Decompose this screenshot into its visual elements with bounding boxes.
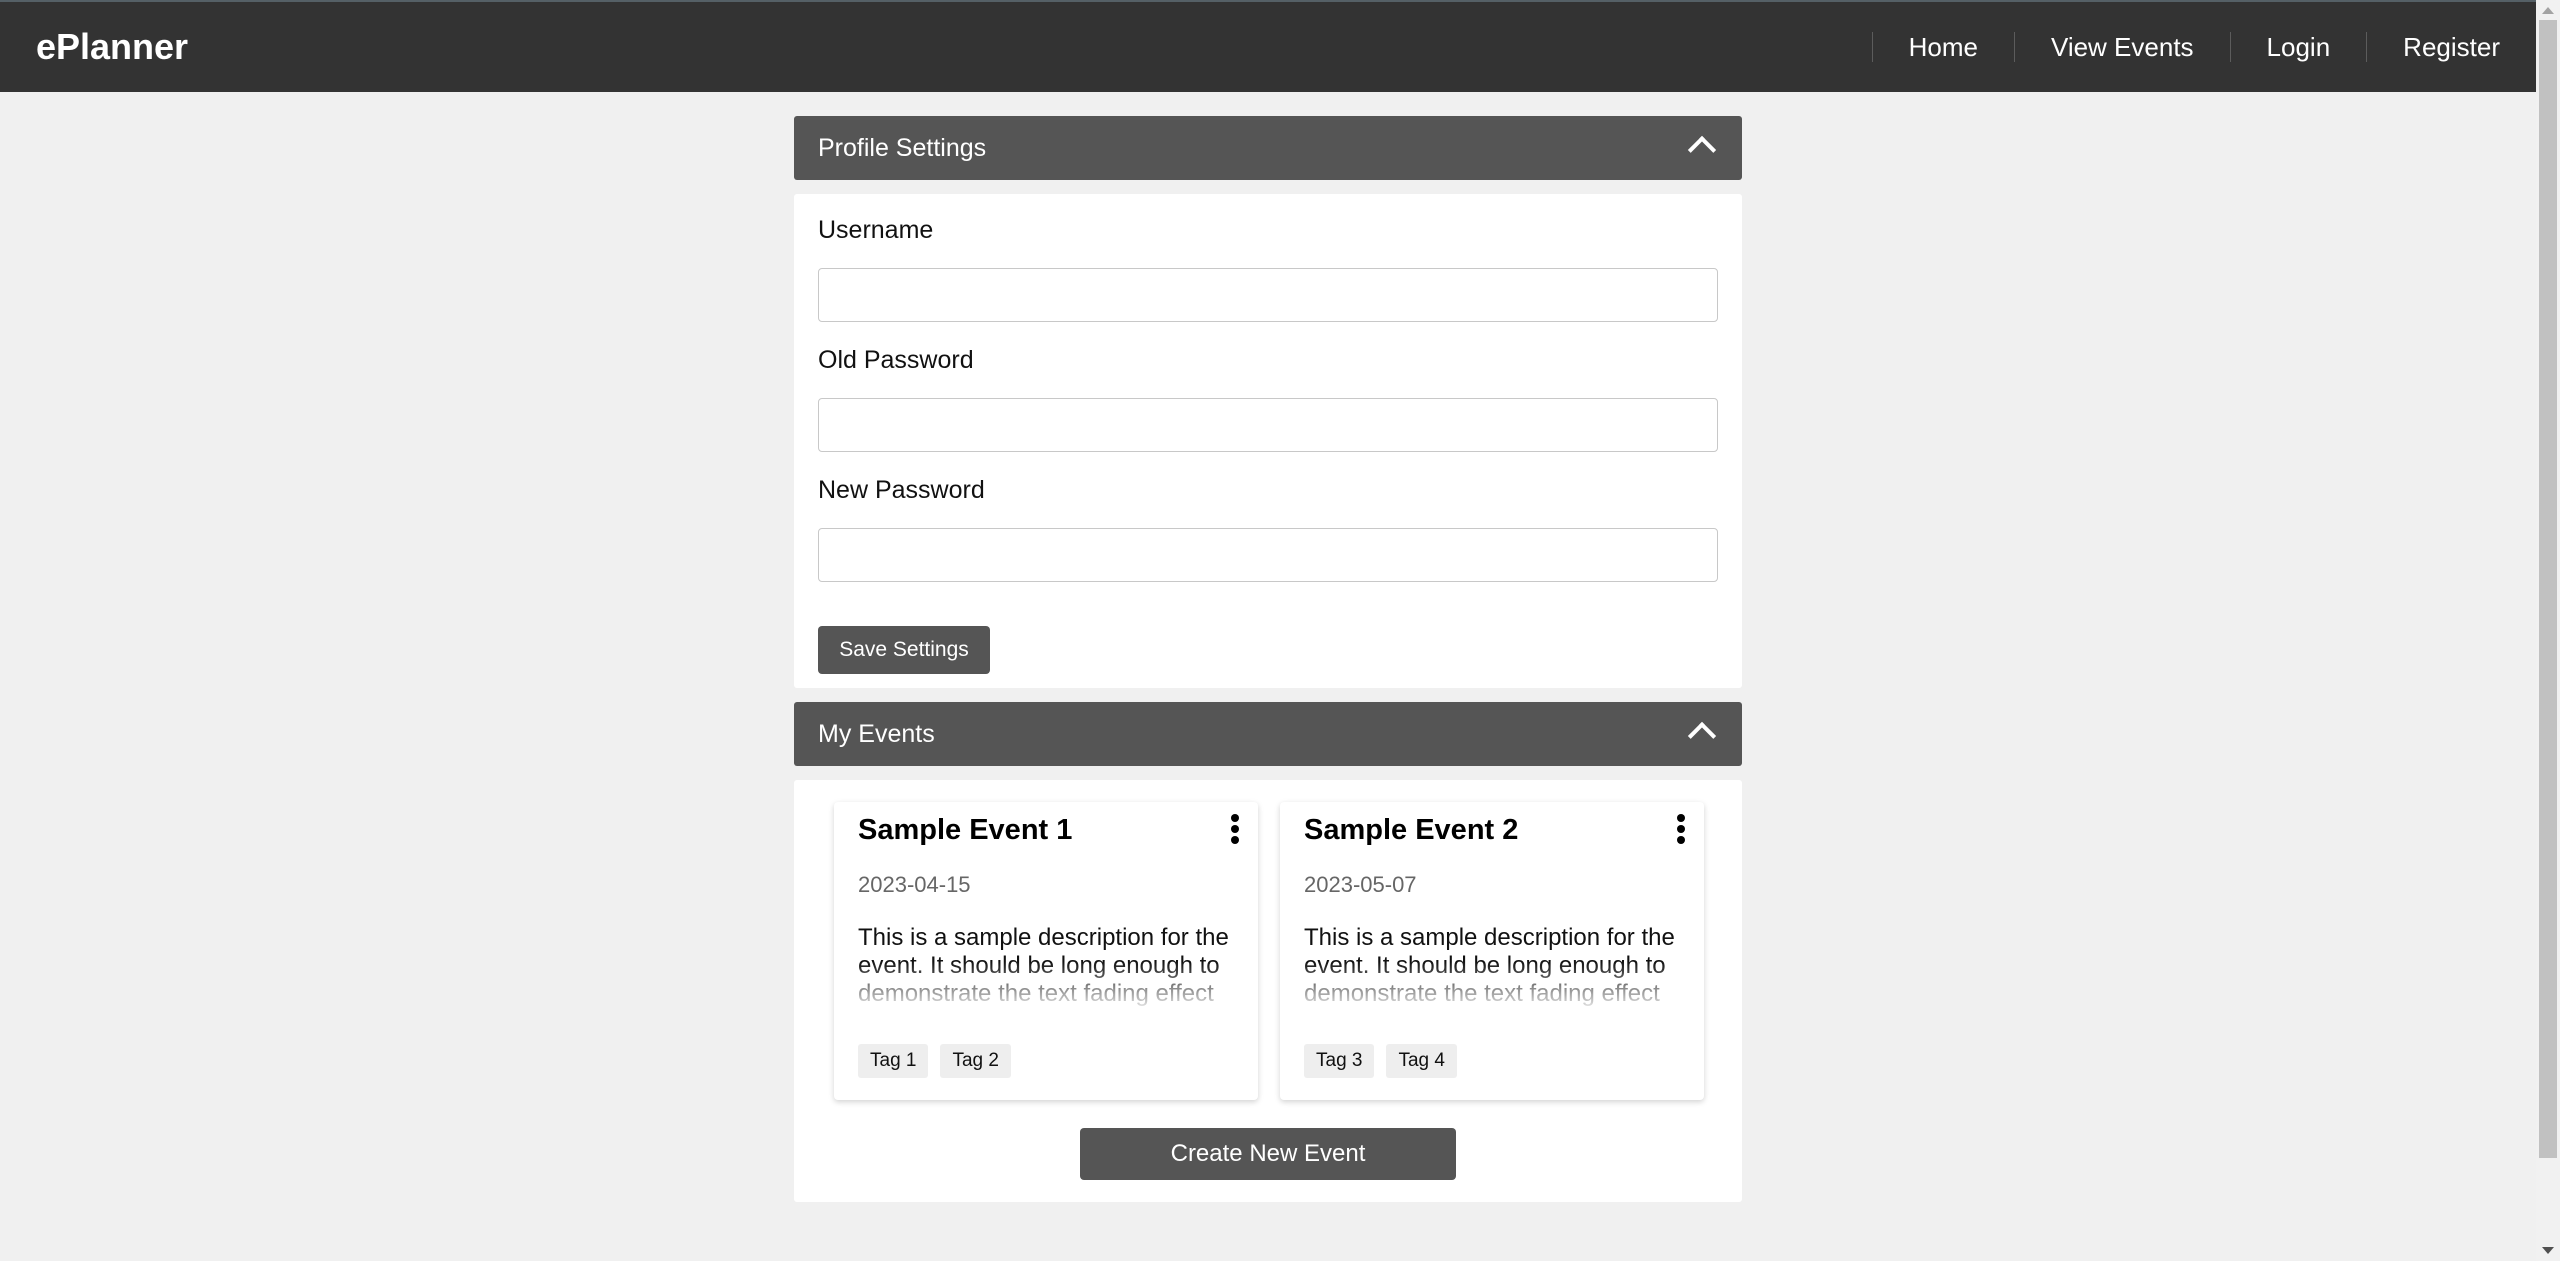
nav-login-link[interactable]: Login	[2229, 32, 2367, 62]
event-tag[interactable]: Tag 4	[1386, 1044, 1457, 1078]
nav-links: Home View Events Login Register	[1871, 2, 2536, 92]
chevron-up-icon[interactable]	[1687, 135, 1717, 165]
old-password-input[interactable]	[818, 398, 1718, 452]
new-password-label: New Password	[818, 476, 985, 504]
event-tag[interactable]: Tag 2	[940, 1044, 1011, 1078]
my-events-panel: Sample Event 1 2023-04-15 This is a samp…	[794, 780, 1742, 1202]
brand-logo[interactable]: ePlanner	[36, 26, 188, 68]
new-password-input[interactable]	[818, 528, 1718, 582]
old-password-label: Old Password	[818, 346, 974, 374]
nav-register-link[interactable]: Register	[2366, 32, 2536, 62]
my-events-title: My Events	[818, 720, 935, 748]
event-tags: Tag 3 Tag 4	[1304, 1044, 1457, 1078]
profile-settings-panel: Username Old Password New Password Save …	[794, 194, 1742, 688]
event-tag[interactable]: Tag 3	[1304, 1044, 1375, 1078]
event-tags: Tag 1 Tag 2	[858, 1044, 1011, 1078]
scroll-down-arrow-icon[interactable]	[2542, 1247, 2554, 1254]
event-card[interactable]: Sample Event 1 2023-04-15 This is a samp…	[834, 802, 1258, 1100]
scroll-up-arrow-icon[interactable]	[2542, 7, 2554, 14]
event-date: 2023-05-07	[1304, 872, 1417, 897]
event-tag[interactable]: Tag 1	[858, 1044, 929, 1078]
event-card[interactable]: Sample Event 2 2023-05-07 This is a samp…	[1280, 802, 1704, 1100]
username-label: Username	[818, 216, 934, 244]
chevron-up-icon[interactable]	[1687, 721, 1717, 751]
event-title: Sample Event 2	[1304, 814, 1519, 846]
save-settings-button[interactable]: Save Settings	[818, 626, 990, 674]
event-description: This is a sample description for the eve…	[1304, 924, 1675, 1007]
event-date: 2023-04-15	[858, 872, 971, 897]
event-description: This is a sample description for the eve…	[858, 924, 1229, 1007]
profile-settings-title: Profile Settings	[818, 134, 987, 162]
profile-settings-header[interactable]: Profile Settings	[794, 116, 1742, 180]
more-options-icon[interactable]	[1674, 814, 1688, 846]
create-new-event-button[interactable]: Create New Event	[1080, 1128, 1456, 1180]
top-navbar: ePlanner Home View Events Login Register	[0, 0, 2536, 92]
nav-home-link[interactable]: Home	[1871, 32, 2014, 62]
more-options-icon[interactable]	[1228, 814, 1242, 846]
page-scrollbar[interactable]	[2536, 0, 2560, 1261]
nav-view-events-link[interactable]: View Events	[2013, 32, 2230, 62]
scroll-thumb[interactable]	[2539, 20, 2557, 1158]
username-input[interactable]	[818, 268, 1718, 322]
event-title: Sample Event 1	[858, 814, 1073, 846]
my-events-header[interactable]: My Events	[794, 702, 1742, 766]
